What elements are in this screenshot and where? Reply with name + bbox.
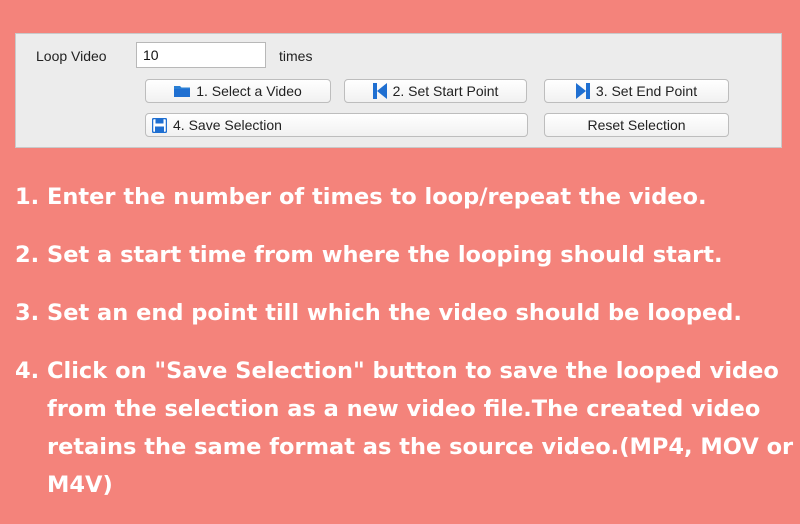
skip-back-icon xyxy=(372,83,387,99)
skip-forward-icon xyxy=(575,83,590,99)
times-label: times xyxy=(279,48,313,64)
step-text: Enter the number of times to loop/repeat… xyxy=(47,184,707,210)
select-video-label: 1. Select a Video xyxy=(196,83,302,99)
loop-video-label: Loop Video xyxy=(36,48,107,64)
step-number: 3. xyxy=(15,300,40,326)
set-start-point-button[interactable]: 2. Set Start Point xyxy=(344,79,527,103)
step-text: Set a start time from where the looping … xyxy=(47,242,723,268)
instruction-step-1: 1. Enter the number of times to loop/rep… xyxy=(15,178,795,216)
floppy-disk-icon xyxy=(152,117,167,133)
folder-icon xyxy=(174,84,191,98)
loop-count-input[interactable] xyxy=(136,42,266,68)
step-number: 4. xyxy=(15,358,40,384)
set-end-point-button[interactable]: 3. Set End Point xyxy=(544,79,729,103)
step-text: Click on "Save Selection" button to save… xyxy=(47,358,794,498)
instructions-list: 1. Enter the number of times to loop/rep… xyxy=(15,178,795,524)
instruction-step-2: 2. Set a start time from where the loopi… xyxy=(15,236,795,274)
reset-selection-label: Reset Selection xyxy=(587,117,686,133)
instruction-step-3: 3. Set an end point till which the video… xyxy=(15,294,795,332)
set-end-point-label: 3. Set End Point xyxy=(595,83,698,99)
instruction-step-4: 4. Click on "Save Selection" button to s… xyxy=(15,352,795,504)
save-selection-button[interactable]: 4. Save Selection xyxy=(145,113,528,137)
loop-control-panel: Loop Video times 1. Select a Video 2. Se… xyxy=(15,33,782,148)
set-start-point-label: 2. Set Start Point xyxy=(392,83,499,99)
step-number: 1. xyxy=(15,184,40,210)
select-video-button[interactable]: 1. Select a Video xyxy=(145,79,331,103)
reset-selection-button[interactable]: Reset Selection xyxy=(544,113,729,137)
save-selection-label: 4. Save Selection xyxy=(173,117,282,133)
step-number: 2. xyxy=(15,242,40,268)
step-text: Set an end point till which the video sh… xyxy=(47,300,742,326)
